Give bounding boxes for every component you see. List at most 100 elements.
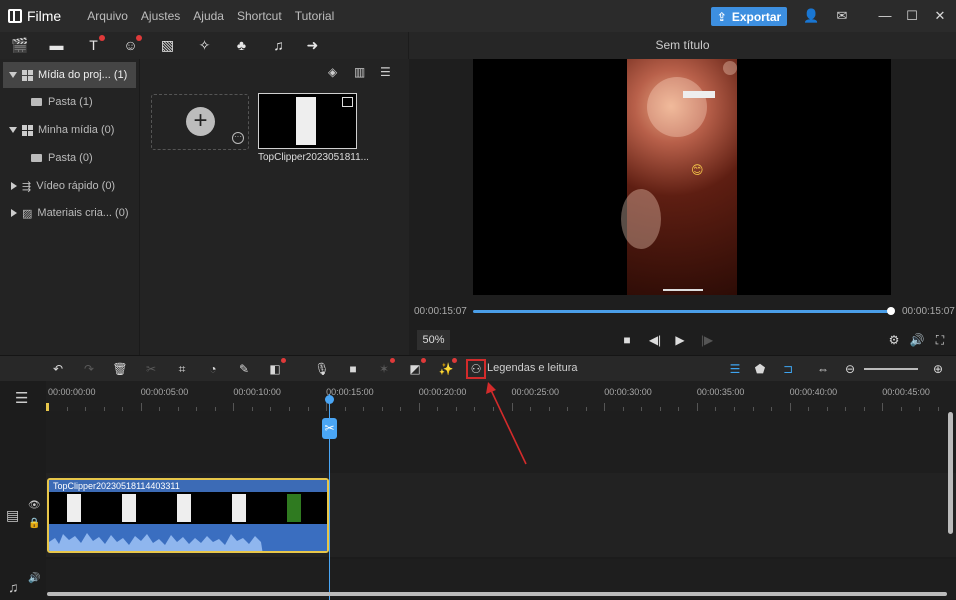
filter-icon[interactable]: ▧ [159, 37, 176, 54]
marker-icon[interactable]: ⬟ [752, 361, 768, 377]
mosaic-icon[interactable]: ◩ [407, 358, 426, 377]
undo-icon[interactable]: ↶ [50, 361, 66, 377]
preview-zoom[interactable]: 50% [417, 330, 450, 350]
folder-icon [31, 154, 42, 162]
sidebar-item-label: Pasta (1) [48, 96, 93, 108]
media-sidebar: Mídia do proj... (1) Pasta (1) Minha míd… [0, 59, 139, 355]
track-manager-icon[interactable]: ☰ [727, 361, 743, 377]
timeline-menu-icon[interactable]: ☰ [15, 389, 28, 407]
folder-icon[interactable]: ▬ [48, 37, 65, 54]
time-ruler[interactable]: 00:00:00:00 00:00:05:00 00:00:10:00 00:00:1… [46, 381, 956, 411]
fullscreen-icon[interactable]: ⛶ [932, 332, 948, 348]
sidebar-item-label: Vídeo rápido (0) [36, 180, 116, 192]
menu-tutorial[interactable]: Tutorial [295, 9, 335, 23]
expand-icon [9, 127, 17, 133]
previous-frame-icon[interactable]: ◀| [647, 332, 663, 348]
sidebar-item-my-media[interactable]: Minha mídia (0) [3, 117, 136, 143]
snap-icon[interactable]: ⊐ [780, 361, 796, 377]
vertical-scrollbar[interactable] [948, 412, 953, 534]
audio-volume-icon[interactable]: 🔊 [28, 573, 40, 584]
collapse-icon [11, 209, 17, 217]
import-media-box[interactable]: + ··· [151, 94, 249, 150]
video-button-graphic [683, 91, 715, 98]
preview-screen[interactable]: 😊 [473, 59, 891, 295]
music-icon[interactable]: ♫ [270, 37, 287, 54]
volume-icon[interactable]: 🔊 [909, 332, 925, 348]
timeline-clip-name: TopClipper20230518114403311 [49, 480, 327, 492]
materials-icon: ▨ [22, 207, 33, 220]
ruler-label: 00:00:25:00 [511, 387, 560, 397]
zoom-in-icon[interactable]: ⊕ [930, 361, 946, 377]
camera-icon[interactable]: ■ [345, 361, 361, 377]
film-logo-icon [8, 9, 22, 23]
mail-icon[interactable]: ✉ [835, 9, 849, 23]
eye-icon[interactable]: 👁 [28, 500, 41, 511]
view-mode-icon[interactable]: ▥ [354, 65, 365, 79]
stop-icon[interactable]: ■ [619, 332, 635, 348]
sticker-icon[interactable]: ☺ [122, 35, 142, 54]
app-brand: Filme [8, 8, 61, 24]
captions-icon: ⚇ [470, 362, 482, 376]
settings-icon[interactable]: ⚙ [886, 332, 902, 348]
music-track-icon: ♫ [8, 579, 19, 595]
maximize-icon[interactable]: ☐ [905, 9, 919, 23]
empty-track [46, 411, 956, 473]
menu-arquivo[interactable]: Arquivo [87, 9, 128, 23]
media-clip-thumbnail[interactable] [258, 93, 357, 149]
seek-bar[interactable] [473, 310, 891, 313]
play-icon[interactable]: ▶ [672, 332, 688, 348]
ruler-tick [511, 403, 513, 411]
transition-icon[interactable]: ➜ [304, 37, 321, 54]
delete-icon[interactable]: 🗑 [112, 361, 128, 377]
sidebar-item-label: Materiais cria... (0) [37, 207, 129, 219]
sidebar-item-folder-0[interactable]: Pasta (0) [3, 145, 136, 171]
timeline-video-clip[interactable]: TopClipper20230518114403311 [47, 478, 329, 553]
sidebar-item-created-materials[interactable]: ▨ Materiais cria... (0) [3, 200, 136, 226]
grid-icon [22, 69, 33, 81]
export-button[interactable]: ⇪ Exportar [711, 7, 787, 26]
horizontal-scrollbar[interactable] [47, 592, 947, 596]
magic-icon[interactable]: ✨ [438, 358, 457, 377]
sort-icon[interactable]: ☰ [380, 65, 391, 79]
ruler-tick [696, 403, 698, 411]
ruler-tick [789, 403, 791, 411]
media-clapper-icon[interactable]: 🎬 [11, 37, 28, 54]
ruler-label: 00:00:15:00 [326, 387, 374, 397]
minimize-icon[interactable]: — [878, 9, 892, 23]
captions-button[interactable]: ⚇ [466, 359, 486, 379]
menu-shortcut[interactable]: Shortcut [237, 9, 282, 23]
elements-icon[interactable]: ♣ [233, 37, 250, 54]
crop-icon[interactable]: ⌗ [174, 361, 190, 377]
edit-pen-icon[interactable]: ✎ [236, 361, 252, 377]
playhead-handle[interactable] [325, 395, 334, 404]
menu-ajustes[interactable]: Ajustes [141, 9, 180, 23]
menu-ajuda[interactable]: Ajuda [193, 9, 224, 23]
speed-icon[interactable]: ◔ [205, 361, 221, 377]
ruler-tick [604, 403, 606, 411]
plus-icon[interactable]: + [186, 107, 215, 136]
media-tool-row: 🎬 ▬ T ☺ ▧ ✧ ♣ ♫ ➜ [0, 32, 408, 59]
account-icon[interactable]: 👤 [803, 9, 819, 23]
seek-handle[interactable] [887, 307, 895, 315]
sidebar-item-folder-1[interactable]: Pasta (1) [3, 89, 136, 115]
sidebar-item-project-media[interactable]: Mídia do proj... (1) [3, 62, 136, 88]
clip-frames [49, 492, 327, 524]
close-icon[interactable]: ✕ [933, 9, 947, 23]
lock-icon[interactable]: 🔒 [28, 518, 40, 529]
menu-bar: Arquivo Ajustes Ajuda Shortcut Tutorial [87, 9, 347, 23]
zoom-out-icon[interactable]: ⊖ [842, 361, 858, 377]
sidebar-item-label: Minha mídia (0) [38, 124, 115, 136]
split-scissor-icon[interactable]: ✂ [322, 418, 337, 439]
effects-icon[interactable]: ✧ [196, 37, 213, 54]
emoji-graphic: 😊 [691, 163, 704, 177]
sidebar-item-quick-video[interactable]: ⇶ Vídeo rápido (0) [3, 173, 136, 199]
fit-icon[interactable]: ⇔ [815, 361, 831, 377]
layers-icon[interactable]: ◈ [328, 65, 337, 79]
color-icon[interactable]: ◧ [267, 358, 286, 377]
text-icon[interactable]: T [85, 35, 105, 54]
microphone-icon[interactable]: 🎙 [314, 361, 330, 377]
ruler-tick [233, 403, 235, 411]
more-options-icon[interactable]: ··· [232, 132, 244, 144]
timeline-zoom-slider[interactable] [864, 368, 918, 370]
preview-title: Sem título [409, 32, 956, 59]
